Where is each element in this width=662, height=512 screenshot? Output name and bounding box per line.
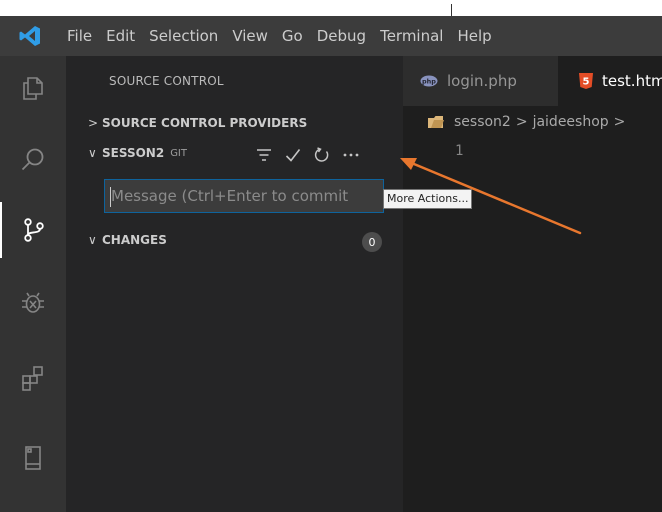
repository-actions — [249, 144, 365, 166]
svg-text:php: php — [422, 78, 436, 86]
tab-test-html[interactable]: 5 test.html — [558, 56, 662, 106]
explorer-icon[interactable] — [0, 60, 66, 116]
source-control-sidebar: SOURCE CONTROL > SOURCE CONTROL PROVIDER… — [66, 56, 403, 512]
check-icon — [285, 149, 300, 162]
repository-type: GIT — [170, 147, 187, 159]
divider-mark — [451, 4, 452, 16]
chevron-down-icon: ∨ — [88, 233, 97, 247]
breadcrumb-item[interactable]: jaideeshop — [533, 114, 609, 130]
menu-terminal[interactable]: Terminal — [373, 16, 450, 56]
debug-icon[interactable] — [0, 274, 66, 330]
html5-icon: 5 — [579, 73, 593, 89]
menu-debug[interactable]: Debug — [310, 16, 373, 56]
repository-row[interactable]: ∨ SESSON2 GIT — [66, 144, 403, 166]
menu-go[interactable]: Go — [275, 16, 310, 56]
refresh-icon — [314, 147, 328, 162]
menu-help[interactable]: Help — [450, 16, 498, 56]
vscode-logo-icon[interactable] — [0, 16, 60, 56]
editor-area[interactable]: sesson2 > jaideeshop > 1 — [403, 106, 662, 512]
commit-button[interactable] — [278, 144, 307, 166]
view-as-list-button[interactable] — [249, 144, 278, 166]
top-strip — [0, 0, 662, 16]
activity-bar — [0, 56, 66, 512]
breadcrumb-separator: > — [613, 114, 626, 130]
menu-file[interactable]: File — [60, 16, 99, 56]
providers-label: SOURCE CONTROL PROVIDERS — [102, 116, 308, 130]
more-actions-tooltip: More Actions... — [383, 189, 473, 209]
commit-message-box[interactable] — [104, 179, 384, 213]
source-control-icon[interactable] — [0, 202, 66, 258]
search-icon[interactable] — [0, 132, 66, 188]
menu-view[interactable]: View — [225, 16, 275, 56]
more-actions-button[interactable] — [336, 144, 365, 166]
remote-icon[interactable] — [0, 430, 66, 486]
extensions-icon[interactable] — [0, 350, 66, 406]
editor-tab-bar: php login.php 5 test.html — [403, 56, 662, 106]
changes-header[interactable]: ∨ CHANGES — [88, 233, 167, 247]
repository-name: SESSON2 — [102, 146, 165, 160]
chevron-right-icon: > — [88, 116, 99, 130]
refresh-button[interactable] — [307, 144, 336, 166]
source-control-providers-header[interactable]: > SOURCE CONTROL PROVIDERS — [88, 116, 307, 130]
commit-message-input[interactable] — [105, 180, 383, 212]
breadcrumb-item[interactable]: sesson2 — [454, 114, 511, 130]
tab-label: login.php — [447, 72, 517, 90]
folder-icon — [427, 115, 445, 129]
text-cursor — [110, 187, 111, 207]
breadcrumb: sesson2 > jaideeshop > — [427, 114, 630, 130]
changes-label: CHANGES — [102, 233, 167, 247]
breadcrumb-separator: > — [515, 114, 528, 130]
php-icon: php — [420, 75, 438, 87]
filter-lines-icon — [256, 149, 271, 161]
tab-login-php[interactable]: php login.php — [403, 56, 558, 106]
menu-edit[interactable]: Edit — [99, 16, 142, 56]
sidebar-title: SOURCE CONTROL — [109, 74, 224, 88]
tab-label: test.html — [602, 72, 662, 90]
chevron-down-icon: ∨ — [88, 146, 97, 160]
menu-selection[interactable]: Selection — [142, 16, 225, 56]
ellipsis-icon — [343, 153, 358, 157]
svg-text:5: 5 — [583, 77, 590, 88]
repository-header[interactable]: ∨ SESSON2 GIT — [88, 146, 187, 160]
changes-count-badge: 0 — [362, 232, 382, 252]
line-number: 1 — [455, 143, 464, 159]
menu-bar: File Edit Selection View Go Debug Termin… — [0, 16, 662, 56]
